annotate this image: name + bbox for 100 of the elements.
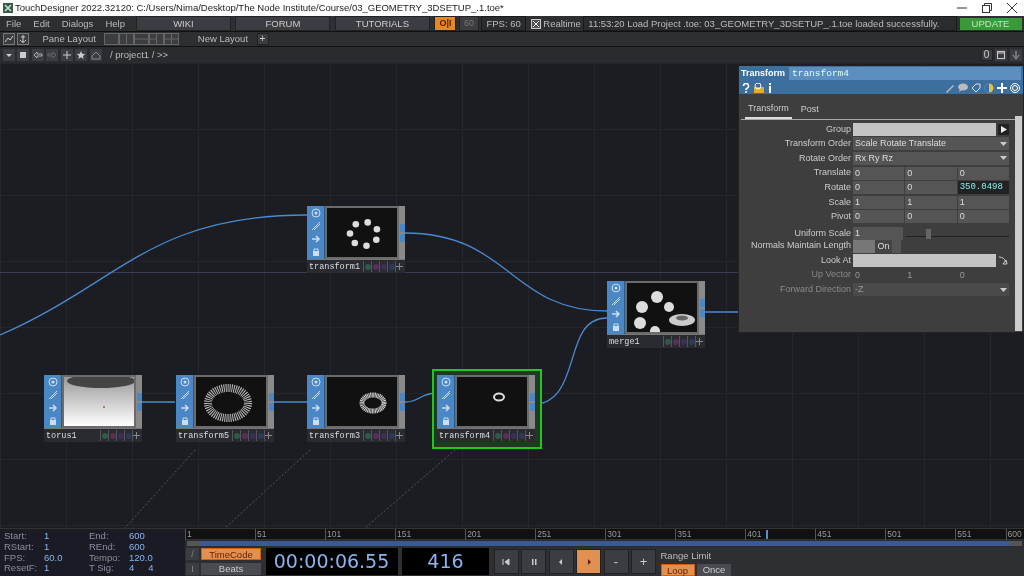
- bypass-icon[interactable]: [310, 220, 321, 231]
- arrow-icon[interactable]: [440, 403, 451, 414]
- toggle-dot-icon[interactable]: [372, 263, 379, 270]
- menu-item[interactable]: Help: [99, 15, 131, 32]
- star-icon[interactable]: [75, 49, 87, 61]
- menu-item[interactable]: Dialogs: [55, 15, 100, 32]
- toggle-dot-icon[interactable]: [125, 432, 132, 439]
- text-field[interactable]: [853, 122, 996, 136]
- toggle-dot-icon[interactable]: [502, 432, 509, 439]
- number-field[interactable]: 1: [957, 195, 1009, 209]
- node-tile[interactable]: transform4: [437, 375, 535, 442]
- toggle-dot-icon[interactable]: [664, 338, 671, 345]
- toggle-dot-icon[interactable]: [518, 432, 525, 439]
- page-tab[interactable]: Post: [797, 102, 822, 119]
- toggle-dot-icon[interactable]: [494, 432, 501, 439]
- plus-icon[interactable]: [396, 263, 403, 270]
- target-icon[interactable]: [310, 207, 321, 218]
- toggle-dot-icon[interactable]: [241, 432, 248, 439]
- bypass-icon[interactable]: [440, 389, 451, 400]
- lock-icon[interactable]: [440, 416, 451, 427]
- plus-icon[interactable]: [60, 49, 73, 61]
- number-field[interactable]: 0: [957, 210, 1009, 224]
- down-arrow-icon[interactable]: [1009, 49, 1022, 61]
- toggle-dot-icon[interactable]: [688, 338, 695, 345]
- speech-bubble-icon[interactable]: [958, 82, 968, 93]
- graph-icon[interactable]: [2, 33, 15, 45]
- arrow-icon[interactable]: [179, 403, 190, 414]
- transport-button[interactable]: [576, 549, 601, 574]
- back-arrow-icon[interactable]: [31, 49, 44, 61]
- number-field[interactable]: 0: [853, 181, 905, 195]
- toggle-dot-icon[interactable]: [249, 432, 256, 439]
- number-field[interactable]: 1: [905, 195, 957, 209]
- menu-item[interactable]: File: [0, 15, 28, 32]
- target-icon[interactable]: [440, 376, 451, 387]
- home-icon[interactable]: [89, 49, 102, 61]
- playhead[interactable]: [765, 530, 768, 539]
- link-button[interactable]: TUTORIALS: [334, 16, 430, 31]
- pane-layout-icon[interactable]: [104, 33, 120, 45]
- pane-layout-icon[interactable]: [134, 33, 150, 45]
- number-field[interactable]: 0: [905, 210, 957, 224]
- plus-icon[interactable]: [526, 432, 533, 439]
- perform-mode-toggle[interactable]: O|I: [434, 16, 457, 31]
- menu-item[interactable]: Edit: [27, 15, 56, 32]
- close-icon[interactable]: [1006, 3, 1017, 13]
- link-button[interactable]: FORUM: [235, 16, 331, 31]
- arrow-icon[interactable]: [310, 403, 321, 414]
- arrow-icon[interactable]: [610, 309, 621, 320]
- tool-button[interactable]: I: [186, 562, 199, 575]
- toggle-dot-icon[interactable]: [672, 338, 679, 345]
- tag-icon[interactable]: [971, 82, 981, 93]
- lock-icon[interactable]: [179, 416, 190, 427]
- toggle-dot-icon[interactable]: [380, 263, 387, 270]
- transport-button[interactable]: [493, 549, 519, 574]
- transport-button[interactable]: [521, 549, 546, 574]
- operator-name-field[interactable]: transform4: [789, 67, 1021, 80]
- time-mode-button[interactable]: Beats: [201, 562, 261, 575]
- number-field[interactable]: 350.0498: [957, 181, 1009, 195]
- node-tile[interactable]: transform3: [307, 375, 405, 442]
- page-tab[interactable]: Transform: [745, 102, 792, 119]
- slider-handle[interactable]: [926, 229, 932, 240]
- target-icon[interactable]: [610, 282, 621, 293]
- pane-layout-icon[interactable]: [149, 33, 165, 45]
- number-field[interactable]: 0: [905, 166, 957, 180]
- toggle-dot-icon[interactable]: [257, 432, 264, 439]
- number-field[interactable]: 0: [853, 166, 905, 180]
- plus-icon[interactable]: [265, 432, 272, 439]
- realtime-checkbox[interactable]: [530, 18, 541, 29]
- target-icon[interactable]: [179, 376, 190, 387]
- number-field[interactable]: 0: [957, 166, 1009, 180]
- toggle-dot-icon[interactable]: [364, 432, 371, 439]
- drag-arrow-icon[interactable]: [998, 255, 1009, 267]
- dropdown[interactable]: Rx Ry Rz: [853, 152, 1009, 165]
- timeline-ruler[interactable]: 1 51 101 151 201 251 301 351 401 451 501 551 600: [185, 529, 1024, 541]
- link-button[interactable]: WIKI: [135, 16, 231, 31]
- toggle-dot-icon[interactable]: [372, 432, 379, 439]
- play-arrow-icon[interactable]: [998, 123, 1009, 135]
- node-tile[interactable]: transform1: [307, 206, 405, 273]
- toggle-dot-icon[interactable]: [388, 432, 395, 439]
- anchor-icon[interactable]: [17, 33, 29, 45]
- dropdown[interactable]: Scale Rotate Translate: [853, 137, 1009, 151]
- toggle-dot-icon[interactable]: [510, 432, 517, 439]
- tool-button[interactable]: /: [186, 548, 199, 561]
- node-tile[interactable]: merge1: [607, 281, 705, 348]
- pane-layout-icon[interactable]: [164, 33, 180, 45]
- target-icon[interactable]: [310, 376, 321, 387]
- arrow-icon[interactable]: [310, 234, 321, 245]
- operator-field[interactable]: [853, 254, 996, 268]
- info-icon[interactable]: [768, 82, 772, 93]
- caret-icon[interactable]: [2, 49, 15, 61]
- toggle-dot-icon[interactable]: [388, 263, 395, 270]
- bypass-icon[interactable]: [47, 389, 58, 400]
- toggle-dot-icon[interactable]: [101, 432, 108, 439]
- number-field[interactable]: 1: [853, 195, 905, 209]
- window-icon[interactable]: [995, 49, 1007, 61]
- bypass-icon[interactable]: [310, 389, 321, 400]
- number-field[interactable]: 1: [853, 227, 903, 241]
- toggle-dot-icon[interactable]: [109, 432, 116, 439]
- plus-icon[interactable]: [696, 338, 703, 345]
- node-tile[interactable]: torus1: [44, 375, 142, 442]
- lock-icon[interactable]: [47, 416, 58, 427]
